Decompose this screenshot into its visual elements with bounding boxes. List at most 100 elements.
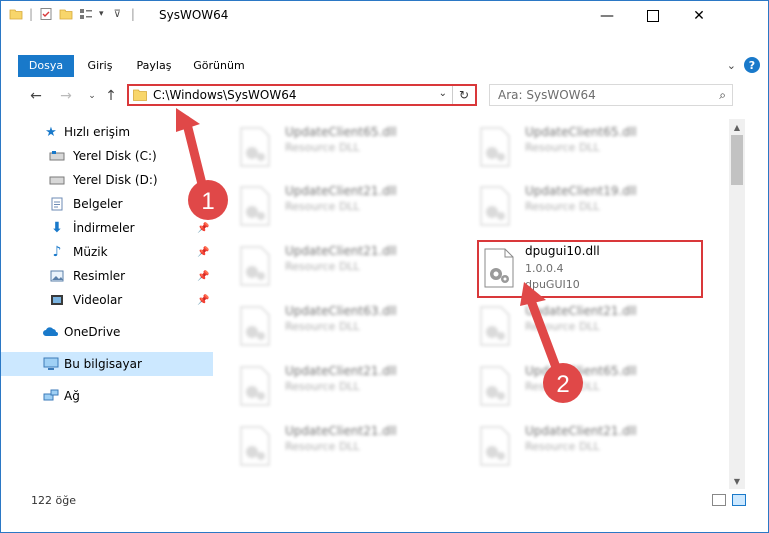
- new-folder-icon[interactable]: [59, 7, 73, 21]
- file-item[interactable]: UpdateClient21.dll Resource DLL: [223, 180, 455, 232]
- details-view-icon[interactable]: [712, 494, 726, 506]
- view-options-icon[interactable]: [79, 7, 93, 21]
- file-item[interactable]: UpdateClient65.dll Resource DLL: [463, 121, 695, 173]
- file-item[interactable]: UpdateClient65.dll Resource DLL: [223, 121, 455, 173]
- quick-access-toolbar: | ▾ ⊽ |: [9, 7, 135, 21]
- address-path: C:\Windows\SysWOW64: [153, 88, 297, 102]
- dll-file-icon: [480, 127, 510, 167]
- refresh-icon: ↻: [458, 88, 470, 102]
- pin-icon[interactable]: 📌: [197, 295, 209, 306]
- address-dropdown-icon[interactable]: ⌄: [439, 88, 447, 99]
- file-item-dpugui10[interactable]: dpugui10.dll 1.0.0.4 dpuGUI10: [477, 240, 703, 298]
- dll-file-icon: [480, 366, 510, 406]
- forward-button[interactable]: →: [57, 87, 75, 105]
- forward-arrow-icon: →: [60, 88, 72, 104]
- qat-dropdown-icon[interactable]: ▾: [99, 9, 104, 19]
- back-button[interactable]: ←: [27, 87, 45, 105]
- explorer-window: | ▾ ⊽ | SysWOW64 — ✕ Dosya Giriş Paylaş …: [0, 0, 769, 533]
- recent-locations-button[interactable]: ⌄: [83, 87, 101, 105]
- expand-ribbon-icon[interactable]: ⌄: [727, 59, 736, 72]
- search-icon: ⌕: [719, 88, 726, 102]
- file-item[interactable]: UpdateClient19.dll Resource DLL: [463, 180, 695, 232]
- up-arrow-icon: ↑: [105, 88, 117, 104]
- navigation-pane: ★ Hızlı erişim Yerel Disk (C:) Yerel Dis…: [1, 119, 213, 489]
- sidebar-item-onedrive[interactable]: OneDrive: [1, 320, 213, 344]
- file-list: UpdateClient65.dll Resource DLL UpdateCl…: [223, 119, 727, 489]
- minimize-button[interactable]: —: [584, 1, 630, 31]
- file-description: dpuGUI10: [525, 278, 580, 291]
- file-name: UpdateClient21.dll: [285, 424, 397, 438]
- pin-icon[interactable]: 📌: [197, 223, 209, 234]
- tab-share[interactable]: Paylaş: [129, 55, 179, 77]
- address-bar[interactable]: C:\Windows\SysWOW64 ⌄ ↻: [127, 84, 477, 106]
- sidebar-item-videos[interactable]: Videolar 📌: [1, 288, 213, 312]
- drive-icon: [49, 172, 65, 188]
- sidebar-item-label: Bu bilgisayar: [64, 357, 142, 371]
- file-description: Resource DLL: [285, 320, 360, 333]
- file-description: Resource DLL: [525, 200, 600, 213]
- sidebar-item-label: Yerel Disk (C:): [73, 149, 157, 163]
- file-description: Resource DLL: [525, 440, 600, 453]
- status-bar: 122 öğe: [1, 491, 768, 513]
- window-title: SysWOW64: [159, 8, 229, 22]
- sidebar-item-disk-d[interactable]: Yerel Disk (D:): [1, 168, 213, 192]
- maximize-button[interactable]: [630, 1, 676, 31]
- back-arrow-icon: ←: [30, 88, 42, 104]
- file-name: UpdateClient63.dll: [285, 304, 397, 318]
- file-name: UpdateClient21.dll: [285, 364, 397, 378]
- view-switcher: [712, 494, 746, 506]
- dll-file-icon: [240, 426, 270, 466]
- file-description: Resource DLL: [285, 200, 360, 213]
- pin-icon[interactable]: 📌: [197, 271, 209, 282]
- sidebar-item-documents[interactable]: Belgeler: [1, 192, 213, 216]
- file-name: UpdateClient21.dll: [525, 304, 637, 318]
- sidebar-item-pictures[interactable]: Resimler 📌: [1, 264, 213, 288]
- properties-icon[interactable]: [39, 7, 53, 21]
- maximize-icon: [647, 10, 659, 22]
- dll-file-icon: [240, 246, 270, 286]
- file-item[interactable]: UpdateClient21.dll Resource DLL: [223, 240, 455, 292]
- sidebar-item-quick-access[interactable]: ★ Hızlı erişim: [1, 120, 213, 144]
- file-item[interactable]: UpdateClient21.dll Resource DLL: [223, 420, 455, 472]
- file-name: UpdateClient65.dll: [525, 364, 637, 378]
- sidebar-item-downloads[interactable]: ⬇ İndirmeler 📌: [1, 216, 213, 240]
- vertical-scrollbar[interactable]: ▲ ▼: [729, 119, 745, 489]
- sidebar-item-disk-c[interactable]: Yerel Disk (C:): [1, 144, 213, 168]
- dll-file-icon: [484, 248, 514, 288]
- file-description: Resource DLL: [525, 141, 600, 154]
- close-button[interactable]: ✕: [676, 1, 722, 31]
- document-icon: [49, 196, 65, 212]
- up-button[interactable]: ↑: [102, 87, 120, 105]
- search-input[interactable]: Ara: SysWOW64 ⌕: [489, 84, 733, 106]
- download-icon: ⬇: [51, 220, 63, 236]
- scroll-down-icon[interactable]: ▼: [729, 473, 745, 489]
- tab-view[interactable]: Görünüm: [187, 55, 251, 77]
- file-item[interactable]: UpdateClient21.dll Resource DLL: [463, 420, 695, 472]
- sidebar-item-label: Yerel Disk (D:): [73, 173, 158, 187]
- file-item[interactable]: UpdateClient21.dll Resource DLL: [463, 300, 695, 352]
- sidebar-item-label: Hızlı erişim: [64, 125, 131, 139]
- customize-qat-icon[interactable]: ⊽: [114, 9, 121, 20]
- pin-icon[interactable]: 📌: [197, 247, 209, 258]
- help-icon[interactable]: ?: [744, 57, 760, 73]
- file-version: 1.0.0.4: [525, 262, 564, 275]
- star-icon: ★: [45, 124, 57, 140]
- file-item[interactable]: UpdateClient65.dll Resource DLL: [463, 360, 695, 412]
- file-name: dpugui10.dll: [525, 244, 600, 258]
- sidebar-item-this-pc[interactable]: Bu bilgisayar: [1, 352, 213, 376]
- tab-file[interactable]: Dosya: [18, 55, 74, 77]
- file-item[interactable]: UpdateClient63.dll Resource DLL: [223, 300, 455, 352]
- sidebar-item-label: Resimler: [73, 269, 126, 283]
- refresh-button[interactable]: ↻: [452, 86, 475, 104]
- scrollbar-thumb[interactable]: [731, 135, 743, 185]
- scroll-up-icon[interactable]: ▲: [729, 119, 745, 135]
- sidebar-item-network[interactable]: Ağ: [1, 384, 213, 408]
- tab-home[interactable]: Giriş: [79, 55, 121, 77]
- file-item[interactable]: UpdateClient21.dll Resource DLL: [223, 360, 455, 412]
- sidebar-item-music[interactable]: ♪ Müzik 📌: [1, 240, 213, 264]
- navigation-bar: ← → ⌄ ↑ C:\Windows\SysWOW64 ⌄ ↻ Ara: Sys…: [1, 81, 768, 111]
- dll-file-icon: [480, 306, 510, 346]
- music-icon: ♪: [52, 244, 62, 260]
- tiles-view-icon[interactable]: [732, 494, 746, 506]
- file-description: Resource DLL: [525, 380, 600, 393]
